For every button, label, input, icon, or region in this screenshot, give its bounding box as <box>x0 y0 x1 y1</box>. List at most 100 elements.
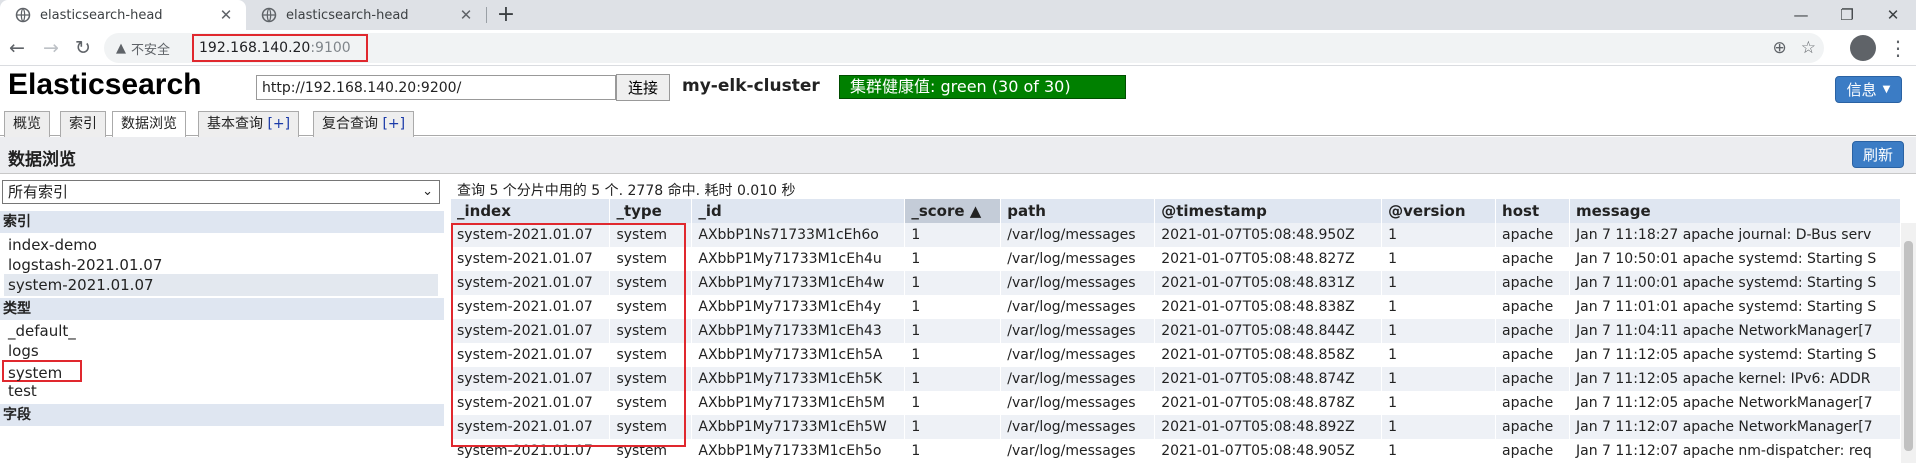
table-cell: 1 <box>904 367 1002 391</box>
table-cell: apache <box>1495 223 1570 247</box>
restore-icon[interactable]: ❐ <box>1824 0 1870 30</box>
table-row[interactable]: system-2021.01.07 system AXbbP1My71733M1cE… <box>451 391 1901 415</box>
tab-data-browse[interactable]: 数据浏览 <box>112 111 186 138</box>
forward-arrow-icon[interactable]: → <box>38 35 64 61</box>
table-row[interactable]: system-2021.01.07 system AXbbP1My71733M1cE… <box>451 415 1901 439</box>
table-cell: apache <box>1495 271 1570 295</box>
table-cell: AXbbP1My71733M1cEh43 <box>691 319 906 343</box>
table-cell: 2021-01-07T05:08:48.905Z <box>1154 439 1383 463</box>
column-header[interactable]: message <box>1569 199 1901 223</box>
tab-overview[interactable]: 概览 <box>4 111 50 137</box>
column-header-sorted[interactable]: _score ▲ <box>904 199 1002 223</box>
column-header[interactable]: _type <box>609 199 693 223</box>
scrollbar-thumb[interactable] <box>1904 241 1913 451</box>
table-row[interactable]: system-2021.01.07 system AXbbP1My71733M1cE… <box>451 247 1901 271</box>
results-table: _index _type _id _score ▲ path @timestam… <box>451 199 1901 463</box>
table-cell: system <box>609 439 693 463</box>
url-text[interactable]: 192.168.140.20:9100 <box>192 34 368 62</box>
table-cell: Jan 7 11:01:01 apache systemd: Starting … <box>1569 295 1901 319</box>
sidebar-item-type[interactable]: _default_ <box>4 320 438 342</box>
sidebar-item-type[interactable]: logs <box>4 340 438 362</box>
table-cell: 1 <box>904 271 1002 295</box>
browser-tab-title: elasticsearch-head <box>286 7 409 23</box>
table-cell: AXbbP1Ns71733M1cEh6o <box>691 223 906 247</box>
section-header: 数据浏览 刷新 <box>0 137 1916 174</box>
table-cell: 1 <box>904 295 1002 319</box>
results-table-container: _index _type _id _score ▲ path @timestam… <box>451 199 1901 463</box>
tab-separator <box>486 7 487 23</box>
table-cell: 1 <box>904 343 1002 367</box>
table-row[interactable]: system-2021.01.07 system AXbbP1Ns71733M1cE… <box>451 223 1901 247</box>
tab-basic-query[interactable]: 基本查询 [+] <box>198 111 300 137</box>
refresh-button[interactable]: 刷新 <box>1852 141 1904 168</box>
sidebar-item-index[interactable]: index-demo <box>4 234 438 256</box>
column-header[interactable]: path <box>1000 199 1156 223</box>
table-cell: Jan 7 11:12:05 apache kernel: IPv6: ADDR <box>1569 367 1901 391</box>
table-cell: system <box>609 367 693 391</box>
index-select[interactable]: 所有索引 ⌄ <box>2 180 440 204</box>
close-icon[interactable]: ✕ <box>456 5 476 25</box>
back-arrow-icon[interactable]: ← <box>4 35 30 61</box>
sidebar-item-index[interactable]: logstash-2021.01.07 <box>4 254 438 276</box>
tab-plus: [+] <box>267 116 291 132</box>
table-cell: 1 <box>904 415 1002 439</box>
tab-label: 基本查询 <box>207 116 268 132</box>
table-cell: Jan 7 11:00:01 apache systemd: Starting … <box>1569 271 1901 295</box>
table-cell: 1 <box>1381 391 1497 415</box>
table-cell: system <box>609 247 693 271</box>
new-tab-button[interactable]: + <box>494 3 518 27</box>
column-header[interactable]: @version <box>1381 199 1497 223</box>
browser-tabstrip: elasticsearch-head ✕ elasticsearch-head … <box>0 0 1916 30</box>
menu-dots-icon[interactable]: ⋮ <box>1888 35 1908 61</box>
table-row[interactable]: system-2021.01.07 system AXbbP1My71733M1cE… <box>451 319 1901 343</box>
tab-indices[interactable]: 索引 <box>60 111 106 137</box>
table-cell: AXbbP1My71733M1cEh5A <box>691 343 906 367</box>
table-cell: /var/log/messages <box>1000 295 1156 319</box>
insecure-indicator[interactable]: ▲ 不安全 <box>116 39 170 58</box>
column-header[interactable]: _id <box>691 199 906 223</box>
table-cell: 2021-01-07T05:08:48.838Z <box>1154 295 1383 319</box>
table-cell: /var/log/messages <box>1000 343 1156 367</box>
table-row[interactable]: system-2021.01.07 system AXbbP1My71733M1cE… <box>451 295 1901 319</box>
results-scrollbar[interactable] <box>1901 223 1916 463</box>
table-cell: Jan 7 11:12:05 apache systemd: Starting … <box>1569 343 1901 367</box>
cluster-health-badge: 集群健康值: green (30 of 30) <box>839 75 1126 99</box>
table-row[interactable]: system-2021.01.07 system AXbbP1My71733M1cE… <box>451 439 1901 463</box>
column-header[interactable]: _index <box>451 199 611 223</box>
table-cell: system-2021.01.07 <box>451 223 611 247</box>
table-cell: 1 <box>1381 439 1497 463</box>
sidebar-item-type[interactable]: test <box>4 380 438 402</box>
browser-tab-active[interactable]: elasticsearch-head ✕ <box>0 0 246 30</box>
table-row[interactable]: system-2021.01.07 system AXbbP1My71733M1cE… <box>451 367 1901 391</box>
table-cell: apache <box>1495 247 1570 271</box>
address-bar[interactable]: ▲ 不安全 192.168.140.20:9100 ⊕ ☆ <box>104 33 1824 63</box>
table-cell: /var/log/messages <box>1000 247 1156 271</box>
reload-icon[interactable]: ↻ <box>70 35 96 61</box>
table-cell: system <box>609 343 693 367</box>
table-cell: system-2021.01.07 <box>451 367 611 391</box>
close-window-icon[interactable]: ✕ <box>1870 0 1916 30</box>
section-title: 数据浏览 <box>8 150 76 170</box>
tab-compound-query[interactable]: 复合查询 [+] <box>313 111 415 137</box>
star-icon[interactable]: ☆ <box>1801 38 1816 58</box>
column-header[interactable]: host <box>1495 199 1570 223</box>
table-cell: system-2021.01.07 <box>451 319 611 343</box>
table-cell: apache <box>1495 391 1570 415</box>
table-cell: apache <box>1495 319 1570 343</box>
info-button[interactable]: 信息 ▼ <box>1835 76 1902 103</box>
minimize-icon[interactable]: — <box>1778 0 1824 30</box>
zoom-icon[interactable]: ⊕ <box>1773 38 1787 58</box>
connect-url-input[interactable] <box>256 75 616 100</box>
table-row[interactable]: system-2021.01.07 system AXbbP1My71733M1cE… <box>451 271 1901 295</box>
sidebar-item-index-selected[interactable]: system-2021.01.07 <box>4 274 438 296</box>
browser-tab-inactive[interactable]: elasticsearch-head ✕ <box>246 0 486 30</box>
column-header[interactable]: @timestamp <box>1154 199 1383 223</box>
tab-plus: [+] <box>382 116 406 132</box>
sidebar-item-type-highlighted[interactable]: system <box>2 360 82 382</box>
profile-avatar-icon[interactable] <box>1850 35 1876 61</box>
connect-button[interactable]: 连接 <box>616 74 670 101</box>
table-row[interactable]: system-2021.01.07 system AXbbP1My71733M1cE… <box>451 343 1901 367</box>
table-cell: system-2021.01.07 <box>451 391 611 415</box>
close-icon[interactable]: ✕ <box>216 5 236 25</box>
table-cell: AXbbP1My71733M1cEh5o <box>691 439 906 463</box>
